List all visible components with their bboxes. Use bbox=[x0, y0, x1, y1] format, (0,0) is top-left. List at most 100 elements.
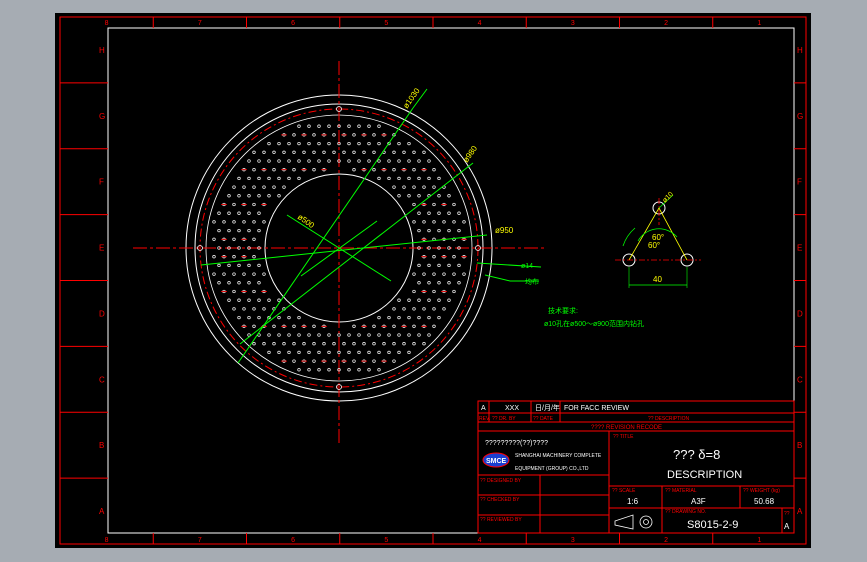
perforation-hole bbox=[212, 237, 216, 241]
perforation-hole bbox=[267, 159, 271, 163]
sheet-rev-value: A bbox=[784, 522, 790, 531]
perforation-hole bbox=[237, 211, 241, 215]
perforation-hole bbox=[372, 359, 376, 363]
perforation-hole bbox=[377, 315, 381, 320]
perforation-hole bbox=[277, 159, 281, 163]
perforation-hole bbox=[422, 272, 426, 276]
perforation-hole bbox=[432, 307, 436, 311]
perforation-hole bbox=[432, 289, 436, 294]
zone-label-right: G bbox=[797, 112, 803, 121]
perforation-hole bbox=[452, 289, 456, 294]
perforation-hole bbox=[332, 359, 336, 363]
perforation-hole bbox=[252, 255, 256, 259]
perforation-hole bbox=[437, 281, 441, 285]
perforation-hole bbox=[422, 185, 426, 189]
perforation-hole bbox=[297, 124, 301, 128]
zone-label-right: D bbox=[797, 309, 803, 318]
perforation-hole bbox=[377, 141, 381, 146]
cad-viewport[interactable]: 8 7 6 5 4 3 2 1 8 7 6 5 4 3 2 1 H G F E D C B A H G F E D C B A ø1030 ø… bbox=[55, 13, 811, 548]
revision-recode-label: ???? REVISION RECODE bbox=[591, 425, 662, 431]
perforation-hole bbox=[312, 168, 316, 172]
perforation-hole bbox=[412, 202, 416, 207]
perforation-hole bbox=[402, 307, 406, 311]
perforation-hole bbox=[372, 168, 376, 172]
perforation-hole bbox=[397, 141, 401, 146]
perforation-hole bbox=[277, 315, 281, 320]
perforation-hole bbox=[302, 150, 306, 154]
dim-phi14: ø14 bbox=[521, 263, 533, 270]
designed-by-label: ?? DESIGNED BY bbox=[480, 478, 522, 484]
zone-label-left: E bbox=[99, 244, 104, 253]
perforation-hole bbox=[427, 159, 431, 163]
perforation-hole bbox=[282, 342, 286, 346]
zone-label-top: 4 bbox=[478, 20, 482, 27]
perforation-hole bbox=[232, 220, 236, 224]
perforation-hole bbox=[277, 176, 281, 181]
perforation-hole bbox=[277, 333, 281, 337]
perforation-hole bbox=[372, 324, 376, 328]
perforation-hole bbox=[227, 281, 231, 285]
perforation-hole bbox=[432, 168, 436, 172]
zone-label-top: 8 bbox=[105, 20, 109, 27]
perforation-hole bbox=[427, 228, 431, 233]
perforation-hole bbox=[337, 333, 341, 337]
perforation-hole bbox=[432, 255, 436, 259]
zone-label-right: H bbox=[797, 46, 803, 55]
rev-hdr-rev: REV. bbox=[479, 416, 490, 422]
perforation-hole bbox=[277, 350, 281, 355]
perforated-disc-view: ø1030 ø980 ø500 ø950 ø14 均布 bbox=[133, 61, 545, 445]
perforation-hole bbox=[457, 211, 461, 215]
perforation-hole bbox=[267, 176, 271, 181]
perforation-hole bbox=[432, 272, 436, 276]
perforation-hole bbox=[257, 263, 261, 268]
perforation-hole bbox=[242, 272, 246, 276]
perforation-hole bbox=[452, 220, 456, 224]
perforation-hole bbox=[412, 150, 416, 154]
perforation-hole bbox=[262, 272, 266, 276]
perforation-hole bbox=[282, 150, 286, 154]
perforation-hole bbox=[327, 159, 331, 163]
perforation-hole bbox=[247, 263, 251, 268]
perforation-hole bbox=[412, 324, 416, 328]
perforation-hole bbox=[372, 133, 376, 137]
perforation-hole bbox=[407, 176, 411, 181]
material-value: A3F bbox=[691, 497, 706, 506]
perforation-hole bbox=[452, 202, 456, 207]
perforation-hole bbox=[327, 141, 331, 146]
perforation-hole bbox=[347, 124, 351, 128]
perforation-hole bbox=[297, 176, 301, 181]
perforation-hole bbox=[242, 185, 246, 189]
perforation-hole bbox=[217, 228, 221, 233]
perforation-hole bbox=[392, 324, 396, 328]
tech-req-note: ø10孔在ø500～ø900范围内钻孔 bbox=[544, 319, 644, 328]
projection-symbol bbox=[614, 514, 653, 530]
perforation-hole bbox=[272, 150, 276, 154]
perforation-hole bbox=[412, 272, 416, 276]
perforation-hole bbox=[272, 168, 276, 172]
perforation-hole bbox=[447, 211, 451, 215]
perforation-hole bbox=[407, 333, 411, 337]
perforation-hole bbox=[392, 342, 396, 346]
perforation-hole bbox=[267, 298, 271, 302]
perforation-hole bbox=[312, 359, 316, 363]
perforation-hole bbox=[287, 333, 291, 337]
perforation-hole bbox=[322, 342, 326, 346]
perforation-hole bbox=[352, 168, 356, 172]
zone-label-left: B bbox=[99, 441, 104, 450]
perforation-hole bbox=[382, 342, 386, 346]
perforation-hole bbox=[342, 150, 346, 154]
perforation-hole bbox=[252, 272, 256, 276]
perforation-hole bbox=[367, 368, 371, 372]
perforation-hole bbox=[397, 315, 401, 320]
perforation-hole bbox=[217, 211, 221, 215]
perforation-hole bbox=[437, 194, 441, 198]
perforation-hole bbox=[412, 168, 416, 172]
perforation-hole bbox=[247, 298, 251, 302]
perforation-hole bbox=[237, 315, 241, 320]
zone-label-left: G bbox=[99, 112, 105, 121]
rev-hdr-date: ?? DATE bbox=[533, 416, 554, 422]
perforation-hole bbox=[292, 168, 296, 172]
perforation-hole bbox=[462, 272, 466, 276]
perforation-hole bbox=[372, 150, 376, 154]
rev-value: A bbox=[481, 405, 486, 412]
